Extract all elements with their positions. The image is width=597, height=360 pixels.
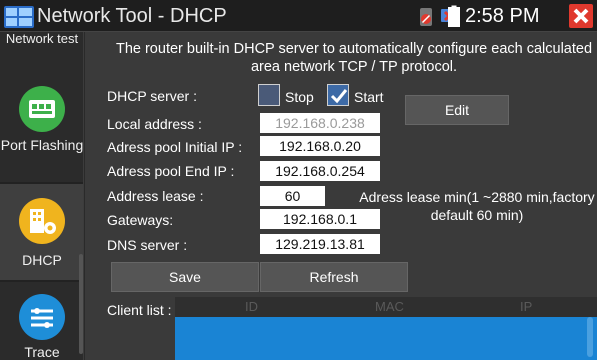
start-label: Start: [354, 89, 384, 105]
sidebar-item-label: Port Flashing: [0, 137, 84, 153]
clock-time: 2:58 PM: [465, 5, 540, 27]
stop-label: Stop: [285, 89, 314, 105]
checkmark-icon: [330, 89, 348, 104]
port-icon: [19, 86, 65, 132]
refresh-button[interactable]: Refresh: [260, 262, 408, 292]
close-button[interactable]: [569, 4, 593, 28]
local-address-label: Local address :: [107, 116, 202, 132]
sidebar-scrollbar[interactable]: [79, 254, 83, 354]
battery-icon: [448, 5, 460, 27]
lease-field[interactable]: 60: [260, 186, 325, 206]
gateways-label: Gateways:: [107, 212, 174, 228]
column-header-mac: MAC: [375, 299, 404, 314]
sidebar-item-trace[interactable]: Trace: [0, 290, 83, 360]
close-icon: [573, 8, 589, 24]
column-header-ip: IP: [520, 299, 533, 314]
column-header-id: ID: [245, 299, 258, 314]
description-line-1: The router built-in DHCP server to autom…: [115, 41, 593, 57]
dhcp-panel: The router built-in DHCP server to autom…: [85, 32, 597, 360]
sidebar-item-label: Network test: [5, 32, 79, 46]
window-title: Network Tool - DHCP: [37, 5, 227, 27]
sidebar: Network test Port Flashing DHCP Trace: [0, 32, 84, 360]
app-icon: [4, 6, 34, 28]
pool-initial-field[interactable]: 192.168.0.20: [260, 136, 380, 156]
client-list-scrollbar[interactable]: [587, 317, 593, 357]
description: The router built-in DHCP server to autom…: [89, 40, 597, 76]
dhcp-server-label: DHCP server :: [107, 88, 197, 104]
start-checkbox[interactable]: [327, 84, 349, 106]
dns-server-label: DNS server :: [107, 237, 188, 253]
client-list-table[interactable]: ID MAC IP: [175, 297, 597, 360]
save-button[interactable]: Save: [111, 262, 259, 292]
dhcp-server-icon: [19, 198, 65, 244]
client-list-header: ID MAC IP: [175, 297, 597, 317]
stop-checkbox[interactable]: [258, 84, 280, 106]
pool-initial-label: Adress pool Initial IP :: [107, 139, 243, 155]
description-line-2: area network TCP / TP protocol.: [250, 59, 458, 75]
pool-end-field[interactable]: 192.168.0.254: [260, 161, 380, 181]
lease-label: Address lease :: [107, 188, 204, 204]
trace-icon: [19, 294, 65, 340]
lease-note-line-1: Adress lease min(1 ~2880 min,factory: [359, 189, 595, 205]
sd-card-icon: [420, 8, 432, 26]
sidebar-item-label: DHCP: [22, 252, 62, 268]
sidebar-item-network-test[interactable]: Network test: [0, 32, 83, 70]
client-list-label: Client list :: [107, 302, 172, 318]
pool-end-label: Adress pool End IP :: [107, 163, 235, 179]
edit-button[interactable]: Edit: [405, 95, 509, 125]
sidebar-item-port-flashing[interactable]: Port Flashing: [0, 82, 84, 192]
sidebar-item-dhcp[interactable]: DHCP: [0, 182, 83, 282]
title-bar: Network Tool - DHCP 2:58 PM: [0, 0, 597, 32]
sidebar-item-label: Trace: [24, 344, 60, 360]
gateways-field[interactable]: 192.168.0.1: [260, 209, 380, 229]
local-address-field[interactable]: 192.168.0.238: [260, 113, 380, 133]
dns-server-field[interactable]: 129.219.13.81: [260, 234, 380, 254]
